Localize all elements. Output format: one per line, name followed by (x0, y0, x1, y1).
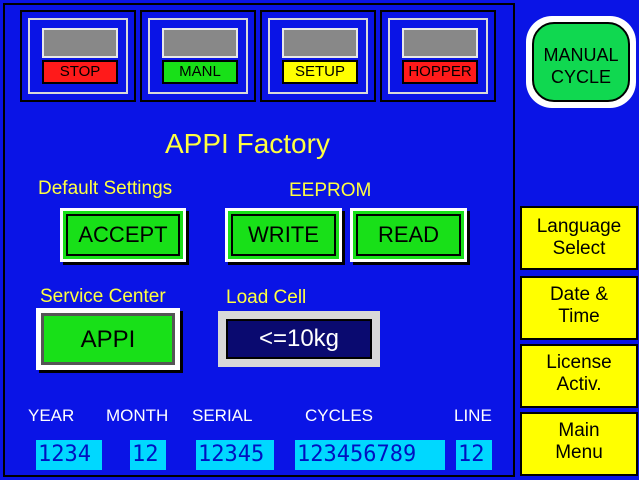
hopper-indicator-lamp (402, 28, 478, 58)
service-center-button-label: APPI (80, 326, 136, 353)
setup-indicator-label: SETUP (282, 60, 358, 84)
service-center-button[interactable]: APPI (36, 308, 180, 370)
line-field[interactable]: 12 (456, 440, 492, 470)
hopper-indicator-label: HOPPER (402, 60, 478, 84)
year-field[interactable]: 1234 (36, 440, 102, 470)
main-menu-button[interactable]: Main Menu (520, 412, 638, 476)
month-label: MONTH (106, 406, 169, 425)
eeprom-label: EEPROM (289, 180, 372, 201)
manl-indicator-label: MANL (162, 60, 238, 84)
serial-label: SERIAL (192, 406, 253, 425)
stop-indicator-lamp (42, 28, 118, 58)
line-label: LINE (454, 406, 492, 425)
service-center-label: Service Center (40, 286, 166, 307)
write-button-label: WRITE (248, 222, 319, 247)
default-settings-label: Default Settings (38, 178, 173, 199)
year-label: YEAR (28, 406, 75, 425)
accept-button[interactable]: ACCEPT (60, 208, 186, 262)
read-button-label: READ (377, 222, 440, 247)
load-cell-label: Load Cell (226, 287, 307, 308)
status-tile-manl: MANL (140, 10, 256, 102)
hmi-screen: STOP MANL SETUP HOPPER MANUAL CYCLE APPI… (0, 0, 639, 480)
serial-field[interactable]: 12345 (196, 440, 274, 470)
eeprom-write-button[interactable]: WRITE (225, 208, 342, 262)
date-time-button[interactable]: Date & Time (520, 276, 638, 340)
license-activation-button[interactable]: License Activ. (520, 344, 638, 408)
page-title: APPI Factory (165, 128, 330, 159)
setup-indicator-lamp (282, 28, 358, 58)
cycles-label: CYCLES (305, 406, 374, 425)
status-tile-stop: STOP (20, 10, 136, 102)
eeprom-read-button[interactable]: READ (350, 208, 467, 262)
load-cell-selector[interactable]: <=10kg (218, 311, 380, 367)
language-select-button[interactable]: Language Select (520, 206, 638, 270)
load-cell-value: <=10kg (258, 325, 340, 352)
stop-indicator-label: STOP (42, 60, 118, 84)
month-field[interactable]: 12 (130, 440, 166, 470)
status-tile-setup: SETUP (260, 10, 376, 102)
accept-button-label: ACCEPT (78, 222, 168, 247)
manual-cycle-line1: MANUAL (543, 45, 619, 65)
manl-indicator-lamp (162, 28, 238, 58)
manual-cycle-button[interactable]: MANUAL CYCLE (526, 16, 636, 108)
status-tile-hopper: HOPPER (380, 10, 496, 102)
manual-cycle-line2: CYCLE (550, 67, 612, 87)
cycles-field[interactable]: 123456789 (295, 440, 445, 470)
